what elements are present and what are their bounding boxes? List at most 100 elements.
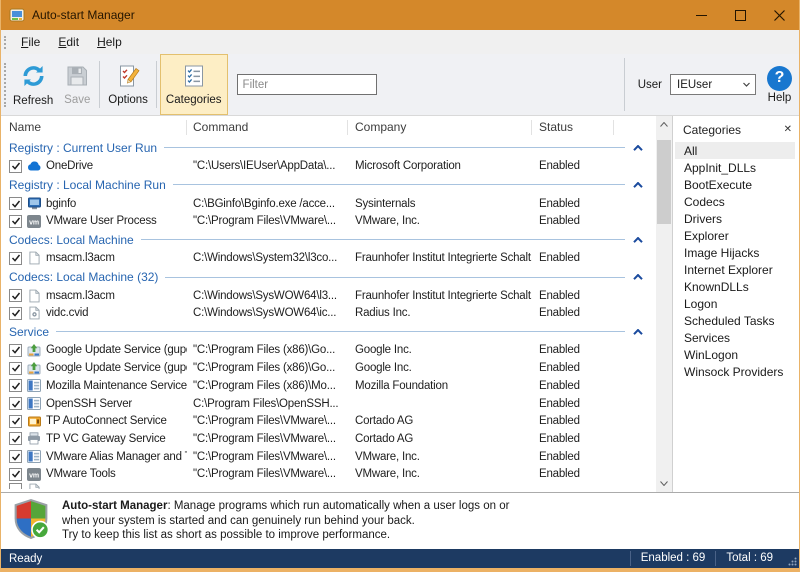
enabled-checkbox[interactable] — [9, 344, 22, 357]
enabled-checkbox[interactable] — [9, 450, 22, 463]
scroll-up-icon[interactable] — [656, 116, 672, 133]
close-panel-icon[interactable]: ✕ — [784, 125, 792, 135]
enabled-checkbox[interactable] — [9, 415, 22, 428]
vertical-scrollbar[interactable] — [656, 116, 672, 492]
status-enabled-count: Enabled : 69 — [630, 551, 716, 565]
options-label: Options — [108, 94, 148, 106]
table-row[interactable]: msacm.l3acmC:\Windows\System32\l3co...Fr… — [1, 250, 656, 268]
category-item-winsock-providers[interactable]: Winsock Providers — [675, 363, 795, 380]
filter-input[interactable] — [237, 74, 377, 95]
table-row[interactable]: Google Update Service (gupdat..."C:\Prog… — [1, 342, 656, 360]
category-item-scheduled-tasks[interactable]: Scheduled Tasks — [675, 312, 795, 329]
service-window-icon — [26, 397, 42, 411]
save-button[interactable]: Save — [58, 54, 96, 115]
table-row[interactable]: vmVMware User Process"C:\Program Files\V… — [1, 212, 656, 230]
scrollbar-thumb[interactable] — [657, 140, 671, 224]
enabled-checkbox[interactable] — [9, 432, 22, 445]
category-item-appinit-dlls[interactable]: AppInit_DLLs — [675, 159, 795, 176]
collapse-group-icon[interactable] — [633, 145, 643, 151]
info-line2: when your system is started and can genu… — [62, 514, 509, 529]
category-item-all[interactable]: All — [675, 142, 795, 159]
table-header: Name Command Company Status — [1, 116, 656, 138]
column-header-company[interactable]: Company — [348, 120, 532, 135]
refresh-icon — [20, 63, 47, 92]
cell-company: Cortado AG — [348, 433, 532, 445]
enabled-checkbox[interactable] — [9, 379, 22, 392]
partially-visible-row — [1, 483, 656, 489]
category-item-knowndlls[interactable]: KnownDLLs — [675, 278, 795, 295]
table-row[interactable]: VMware Alias Manager and Tic..."C:\Progr… — [1, 448, 656, 466]
user-dropdown[interactable]: IEUser — [670, 74, 756, 95]
table-row[interactable]: Mozilla Maintenance Service"C:\Program F… — [1, 377, 656, 395]
enabled-checkbox[interactable] — [9, 197, 22, 210]
maximize-button[interactable] — [721, 0, 760, 30]
enabled-checkbox[interactable] — [9, 289, 22, 302]
enabled-checkbox[interactable] — [9, 215, 22, 228]
category-item-drivers[interactable]: Drivers — [675, 210, 795, 227]
category-item-winlogon[interactable]: WinLogon — [675, 346, 795, 363]
menubar-grip-handle[interactable] — [4, 36, 6, 49]
menu-help[interactable]: Help — [88, 35, 131, 49]
group-header-row: Service — [1, 322, 656, 342]
table-row[interactable]: msacm.l3acmC:\Windows\SysWOW64\l3...Frau… — [1, 287, 656, 305]
table-row[interactable]: OneDrive"C:\Users\IEUser\AppData\...Micr… — [1, 158, 656, 176]
enabled-checkbox[interactable] — [9, 397, 22, 410]
table-row[interactable]: TP AutoConnect Service"C:\Program Files\… — [1, 412, 656, 430]
table-row[interactable]: TP VC Gateway Service"C:\Program Files\V… — [1, 430, 656, 448]
category-item-codecs[interactable]: Codecs — [675, 193, 795, 210]
group-divider — [141, 239, 625, 240]
category-item-internet-explorer[interactable]: Internet Explorer — [675, 261, 795, 278]
group-header-row: Registry : Current User Run — [1, 138, 656, 158]
enabled-checkbox[interactable] — [9, 362, 22, 375]
table-row[interactable]: vidc.cvidC:\Windows\SysWOW64\ic...Radius… — [1, 304, 656, 322]
table-row[interactable]: Google Update Service (gupdat..."C:\Prog… — [1, 359, 656, 377]
vm-icon: vm — [26, 467, 42, 481]
toolbar-grip-handle[interactable] — [4, 63, 6, 107]
category-item-bootexecute[interactable]: BootExecute — [675, 176, 795, 193]
app-icon — [9, 7, 25, 23]
category-item-services[interactable]: Services — [675, 329, 795, 346]
resize-grip-handle[interactable] — [783, 549, 799, 568]
menu-file[interactable]: File — [12, 35, 49, 49]
minimize-button[interactable] — [682, 0, 721, 30]
help-button[interactable]: ? Help — [767, 66, 792, 104]
scroll-down-icon[interactable] — [656, 475, 672, 492]
collapse-group-icon[interactable] — [633, 274, 643, 280]
column-header-status[interactable]: Status — [532, 120, 614, 135]
collapse-group-icon[interactable] — [633, 329, 643, 335]
table-row[interactable]: bginfoC:\BGinfo\Bginfo.exe /acce...Sysin… — [1, 195, 656, 213]
enabled-checkbox[interactable] — [9, 468, 22, 481]
cell-company: Fraunhofer Institut Integrierte Schalt..… — [348, 252, 532, 264]
info-title: Auto-start Manager — [62, 500, 167, 512]
options-button[interactable]: Options — [103, 54, 153, 115]
enabled-checkbox[interactable] — [9, 483, 22, 489]
refresh-button[interactable]: Refresh — [8, 54, 58, 115]
group-header-row: Registry : Local Machine Run — [1, 175, 656, 195]
cell-name: Google Update Service (gupdat... — [1, 361, 187, 375]
enabled-checkbox[interactable] — [9, 252, 22, 265]
cell-status: Enabled — [532, 290, 614, 302]
group-title: Registry : Local Machine Run — [9, 178, 166, 192]
group-title: Service — [9, 325, 49, 339]
categories-toggle-button[interactable]: Categories — [160, 54, 228, 115]
cell-status: Enabled — [532, 415, 614, 427]
enabled-checkbox[interactable] — [9, 307, 22, 320]
enabled-checkbox[interactable] — [9, 160, 22, 173]
cell-name: bginfo — [1, 197, 187, 211]
collapse-group-icon[interactable] — [633, 237, 643, 243]
column-header-name[interactable]: Name — [1, 120, 187, 135]
category-item-explorer[interactable]: Explorer — [675, 227, 795, 244]
entry-name: vidc.cvid — [46, 307, 88, 319]
table-row[interactable]: OpenSSH ServerC:\Program Files\OpenSSH..… — [1, 395, 656, 413]
menu-edit[interactable]: Edit — [49, 35, 88, 49]
collapse-group-icon[interactable] — [633, 182, 643, 188]
svg-text:vm: vm — [29, 219, 39, 226]
column-header-command[interactable]: Command — [187, 120, 348, 135]
category-item-logon[interactable]: Logon — [675, 295, 795, 312]
cell-status: Enabled — [532, 160, 614, 172]
entry-name: OneDrive — [46, 160, 93, 172]
close-button[interactable] — [760, 0, 799, 30]
cell-status: Enabled — [532, 362, 614, 374]
category-item-image-hijacks[interactable]: Image Hijacks — [675, 244, 795, 261]
table-row[interactable]: vmVMware Tools"C:\Program Files\VMware\.… — [1, 465, 656, 483]
